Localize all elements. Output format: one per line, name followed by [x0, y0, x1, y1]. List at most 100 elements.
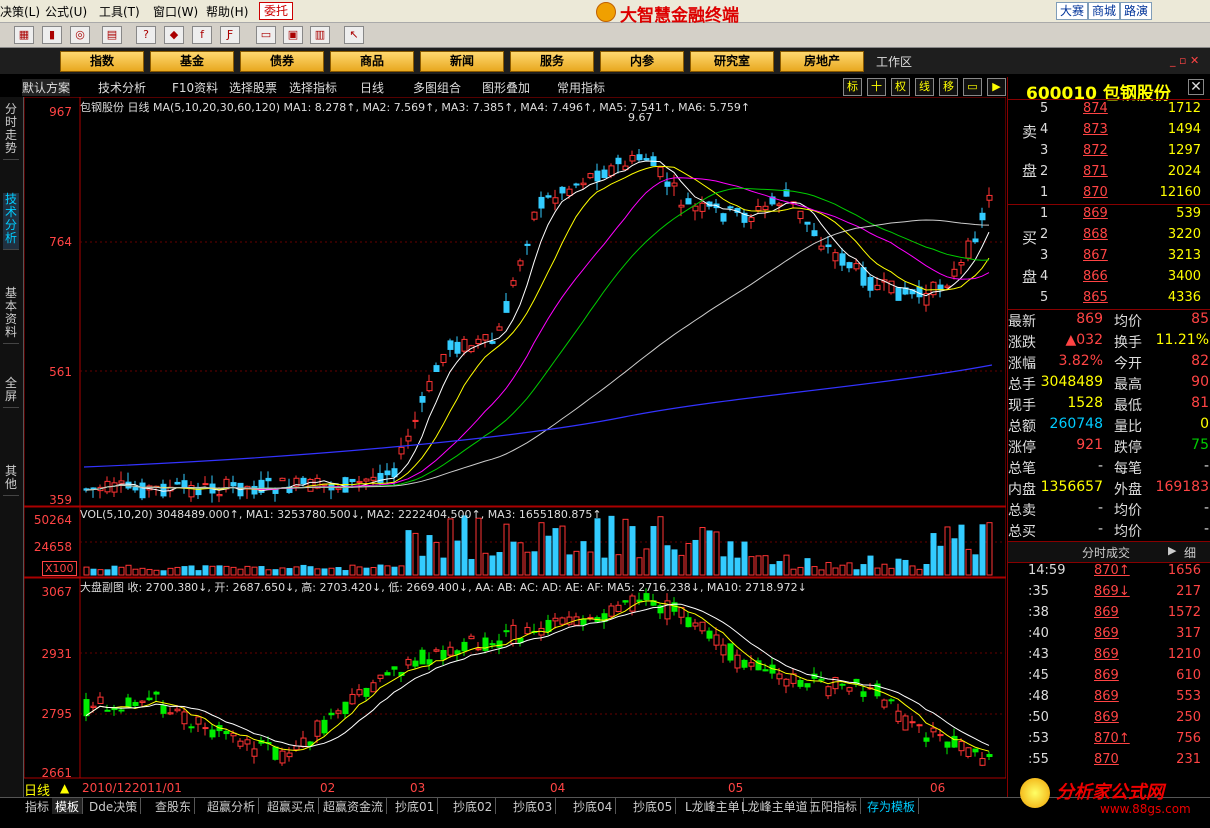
tab-fundamentals[interactable]: 基本资料: [3, 287, 19, 344]
play-icon[interactable]: ▶: [987, 78, 1006, 96]
bottom-tab[interactable]: 抄底03: [510, 798, 557, 814]
ask-row[interactable]: 2 871 2024: [1008, 164, 1210, 185]
ask-level: 5: [1040, 101, 1049, 116]
nav-news[interactable]: 新闻: [420, 51, 504, 72]
bottom-tab[interactable]: 五阳指标: [806, 798, 862, 814]
ask-row[interactable]: 5 874 1712: [1008, 101, 1210, 122]
ticks-title[interactable]: 分时成交: [1082, 544, 1130, 561]
diamond-icon[interactable]: ◆: [164, 26, 184, 44]
chart-canvas[interactable]: [24, 97, 1006, 797]
multi-chart-menu[interactable]: 多图组合: [413, 79, 461, 96]
index-candle-body: [202, 727, 209, 730]
quote-value: 1356657: [1040, 479, 1103, 495]
nav-commodity[interactable]: 商品: [330, 51, 414, 72]
bottom-tab[interactable]: 超赢分析: [204, 798, 260, 814]
nav-fund[interactable]: 基金: [150, 51, 234, 72]
f-icon[interactable]: f: [192, 26, 212, 44]
tab-fullscreen[interactable]: 全屏: [3, 377, 19, 408]
ticks-detail[interactable]: 细: [1184, 544, 1196, 561]
window-controls[interactable]: _ ▫ ✕: [1170, 54, 1199, 67]
tick-price: 869: [1094, 668, 1119, 683]
nav-research[interactable]: 研究室: [690, 51, 774, 72]
bottom-tab[interactable]: L龙峰主单道: [738, 798, 812, 814]
candle-body: [832, 252, 839, 262]
nav-service[interactable]: 服务: [510, 51, 594, 72]
index-candle-body: [349, 693, 356, 705]
move-button[interactable]: 移: [939, 78, 958, 96]
menu-decision[interactable]: 决策(L): [0, 3, 40, 20]
menu-tools[interactable]: 工具(T): [99, 3, 140, 20]
candle-body: [545, 195, 552, 198]
grid-icon[interactable]: ▤: [102, 26, 122, 44]
bid-row[interactable]: 5 865 4336: [1008, 290, 1210, 311]
app-logo-icon: [596, 2, 616, 22]
contest-button[interactable]: 大赛: [1056, 2, 1089, 20]
bottom-tab[interactable]: Dde决策: [86, 798, 142, 814]
mall-button[interactable]: 商城: [1088, 2, 1121, 20]
bottom-tab[interactable]: 抄底05: [630, 798, 677, 814]
print-icon[interactable]: ▭: [256, 26, 276, 44]
quote-row: 总额 260748 量比 0: [1008, 416, 1210, 437]
flag-icon[interactable]: ▦: [14, 26, 34, 44]
bars-icon[interactable]: ▮: [42, 26, 62, 44]
quote-row: 总买 - 均价 -: [1008, 521, 1210, 542]
bottom-tab[interactable]: 抄底02: [450, 798, 497, 814]
ask-level: 4: [1040, 122, 1049, 137]
bottom-tab[interactable]: 超赢买点: [264, 798, 320, 814]
window-icon[interactable]: ▣: [283, 26, 303, 44]
period-select[interactable]: 日线: [360, 79, 384, 96]
mark-button[interactable]: 标: [843, 78, 862, 96]
bottom-tab[interactable]: 抄底04: [570, 798, 617, 814]
nav-realestate[interactable]: 房地产: [780, 51, 864, 72]
bottom-tab[interactable]: L龙峰主单: [682, 798, 744, 814]
line-button[interactable]: 线: [915, 78, 934, 96]
help-pointer-icon[interactable]: ↖: [344, 26, 364, 44]
select-stock-menu[interactable]: 选择股票: [229, 79, 277, 96]
chart-area[interactable]: 包钢股份 日线 MA(5,10,20,30,60,120) MA1: 8.278…: [24, 97, 1006, 799]
bid-row[interactable]: 1 869 539: [1008, 206, 1210, 227]
nav-index[interactable]: 指数: [60, 51, 144, 72]
workspace-label[interactable]: 工作区: [876, 53, 912, 70]
index-candle-body: [174, 708, 181, 712]
title-bar: 决策(L) 公式(U) 工具(T) 窗口(W) 帮助(H) 委托 大智慧金融终端…: [0, 0, 1210, 26]
menu-window[interactable]: 窗口(W): [153, 3, 198, 20]
ask-row[interactable]: 1 870 12160: [1008, 185, 1210, 206]
menu-help[interactable]: 帮助(H): [206, 3, 248, 20]
bid-row[interactable]: 3 867 3213: [1008, 248, 1210, 269]
close-icon[interactable]: ✕: [1188, 79, 1204, 95]
common-indicator-menu[interactable]: 常用指标: [557, 79, 605, 96]
roadshow-button[interactable]: 路演: [1120, 2, 1153, 20]
bottom-tab[interactable]: 查股东: [152, 798, 196, 814]
binoculars-icon[interactable]: ◎: [70, 26, 90, 44]
bottom-tab[interactable]: 超赢资金流: [320, 798, 388, 814]
bottom-tab[interactable]: 模板: [52, 798, 84, 814]
f10-menu[interactable]: F10资料: [172, 79, 218, 96]
menu-formula[interactable]: 公式(U): [45, 3, 87, 20]
rights-button[interactable]: 权: [891, 78, 910, 96]
bottom-tab[interactable]: 存为模板: [864, 798, 920, 814]
ask-row[interactable]: 3 872 1297: [1008, 143, 1210, 164]
quote-value: -: [1097, 500, 1103, 516]
select-indicator-menu[interactable]: 选择指标: [289, 79, 337, 96]
entrust-button[interactable]: 委托: [259, 2, 293, 20]
nav-insider[interactable]: 内参: [600, 51, 684, 72]
tab-other[interactable]: 其他: [3, 465, 19, 496]
tech-analysis-menu[interactable]: 技术分析: [98, 79, 146, 96]
scheme-select[interactable]: 默认方案: [22, 79, 71, 96]
crosshair-button[interactable]: 十: [867, 78, 886, 96]
formula-icon[interactable]: Ƒ: [220, 26, 240, 44]
ask-row[interactable]: 4 873 1494: [1008, 122, 1210, 143]
bottom-tab[interactable]: 指标: [22, 798, 54, 814]
tab-technical[interactable]: 技术分析: [3, 193, 19, 250]
bid-row[interactable]: 2 868 3220: [1008, 227, 1210, 248]
tab-intraday[interactable]: 分时走势: [3, 103, 19, 160]
window-toggle-icon[interactable]: ▭: [963, 78, 982, 96]
question-icon[interactable]: ?: [136, 26, 156, 44]
overlay-menu[interactable]: 图形叠加: [482, 79, 530, 96]
bid-row[interactable]: 4 866 3400: [1008, 269, 1210, 290]
bottom-tab[interactable]: 抄底01: [392, 798, 439, 814]
index-candle-body: [83, 699, 90, 717]
books-icon[interactable]: ▥: [310, 26, 330, 44]
nav-bond[interactable]: 债券: [240, 51, 324, 72]
ticks-arrow-icon[interactable]: ▶: [1168, 544, 1176, 557]
